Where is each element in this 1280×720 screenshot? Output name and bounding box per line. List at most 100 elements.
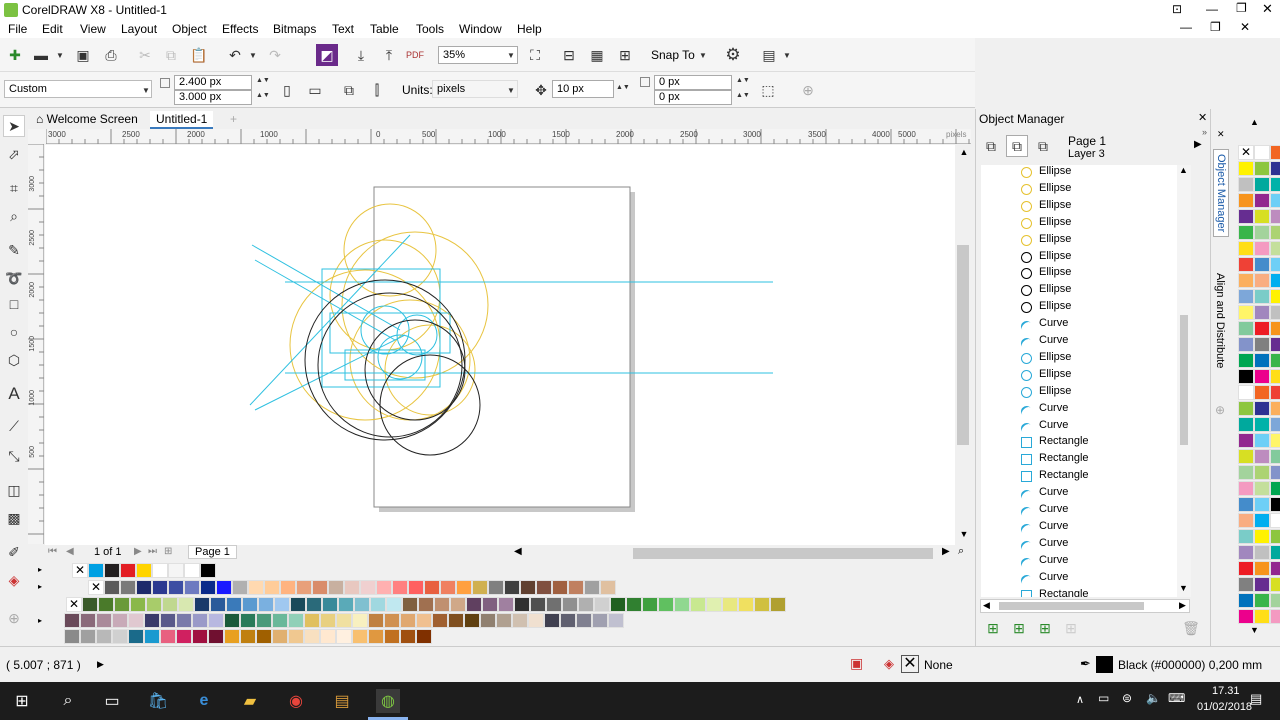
color-swatch[interactable] bbox=[1254, 353, 1270, 368]
interactive-fill-icon[interactable]: ◈ bbox=[3, 569, 25, 591]
color-swatch[interactable] bbox=[440, 580, 456, 595]
color-swatch[interactable] bbox=[1238, 289, 1254, 304]
menu-view[interactable]: View bbox=[80, 22, 106, 36]
text-tool-icon[interactable]: A bbox=[3, 383, 25, 405]
color-swatch[interactable] bbox=[224, 613, 240, 628]
last-page-icon[interactable]: ⏭ bbox=[148, 546, 157, 557]
color-swatch[interactable] bbox=[1270, 369, 1280, 384]
color-swatch[interactable] bbox=[1238, 369, 1254, 384]
tray-chevron-icon[interactable]: ∧ bbox=[1076, 693, 1084, 706]
width-spin-icon[interactable]: ▲▼ bbox=[256, 77, 270, 84]
color-swatch[interactable] bbox=[128, 629, 144, 644]
color-swatch[interactable] bbox=[528, 613, 544, 628]
color-swatch[interactable] bbox=[1270, 353, 1280, 368]
color-swatch[interactable] bbox=[424, 580, 440, 595]
color-swatch[interactable] bbox=[1254, 513, 1270, 528]
color-swatch[interactable] bbox=[472, 580, 488, 595]
windows-start-icon[interactable]: ⊞ bbox=[10, 689, 34, 713]
tab-welcome-screen[interactable]: ⌂ Welcome Screen bbox=[30, 111, 144, 129]
vertical-ruler[interactable]: 3000 2500 2000 1500 1000 500 bbox=[28, 144, 44, 544]
menu-tools[interactable]: Tools bbox=[416, 22, 444, 36]
color-swatch[interactable] bbox=[1238, 609, 1254, 624]
add-page-icon[interactable]: ⊞ bbox=[164, 546, 172, 557]
scroll-right-icon[interactable]: ▶ bbox=[942, 546, 950, 557]
color-swatch[interactable] bbox=[1254, 145, 1270, 160]
task-view-icon[interactable]: ▭ bbox=[100, 689, 124, 713]
transparency-icon[interactable]: ▩ bbox=[3, 507, 25, 529]
tab-object-manager[interactable]: Object Manager bbox=[1213, 149, 1229, 238]
color-swatch[interactable] bbox=[184, 580, 200, 595]
print-icon[interactable]: ⎙ bbox=[100, 44, 122, 66]
color-swatch[interactable] bbox=[448, 613, 464, 628]
full-screen-icon[interactable]: ⛶ bbox=[524, 44, 546, 66]
color-swatch[interactable] bbox=[242, 597, 258, 612]
ellipse-tool-icon[interactable]: ○ bbox=[3, 321, 25, 343]
color-swatch[interactable] bbox=[1270, 273, 1280, 288]
color-swatch[interactable] bbox=[120, 580, 136, 595]
color-swatch[interactable] bbox=[592, 613, 608, 628]
no-color-swatch[interactable]: ✕ bbox=[88, 580, 104, 595]
color-swatch[interactable] bbox=[584, 580, 600, 595]
color-swatch[interactable] bbox=[136, 563, 152, 578]
menu-effects[interactable]: Effects bbox=[222, 22, 258, 36]
color-swatch[interactable] bbox=[498, 597, 514, 612]
docker-minimize-icon[interactable]: ✕ bbox=[1217, 129, 1231, 139]
color-swatch[interactable] bbox=[162, 597, 178, 612]
color-swatch[interactable] bbox=[192, 629, 208, 644]
object-manager-menu-icon[interactable]: ▶ bbox=[1194, 139, 1202, 150]
clock-date[interactable]: 01/02/2018 bbox=[1197, 701, 1252, 713]
color-swatch[interactable] bbox=[64, 613, 80, 628]
page-height-field[interactable]: 3.000 px bbox=[174, 90, 252, 105]
application-launcher-icon[interactable]: ▤ bbox=[758, 44, 780, 66]
no-color-swatch[interactable]: ✕ bbox=[1238, 145, 1254, 160]
options-gear-icon[interactable]: ⚙ bbox=[722, 44, 744, 66]
color-swatch[interactable] bbox=[546, 597, 562, 612]
color-swatch[interactable] bbox=[1270, 545, 1280, 560]
units-select[interactable]: pixels bbox=[432, 80, 518, 98]
color-swatch[interactable] bbox=[146, 597, 162, 612]
new-document-icon[interactable]: ✚ bbox=[4, 44, 26, 66]
color-swatch[interactable] bbox=[1270, 289, 1280, 304]
prev-page-icon[interactable]: ◀ bbox=[66, 546, 74, 557]
color-swatch[interactable] bbox=[136, 580, 152, 595]
edge-icon[interactable]: e bbox=[192, 689, 216, 713]
publish-pdf-icon[interactable]: PDF bbox=[404, 44, 426, 66]
color-swatch[interactable] bbox=[1254, 209, 1270, 224]
color-swatch[interactable] bbox=[1254, 465, 1270, 480]
new-layer-icon[interactable]: ⊞ bbox=[982, 617, 1004, 639]
color-swatch[interactable] bbox=[130, 597, 146, 612]
zoom-dropdown-icon[interactable]: ▼ bbox=[507, 51, 515, 60]
color-swatch[interactable] bbox=[1270, 561, 1280, 576]
color-swatch[interactable] bbox=[320, 613, 336, 628]
color-swatch[interactable] bbox=[168, 563, 184, 578]
color-swatch[interactable] bbox=[1254, 289, 1270, 304]
color-swatch[interactable] bbox=[1238, 401, 1254, 416]
color-swatch[interactable] bbox=[392, 580, 408, 595]
shape-tool-icon[interactable]: ⬀ bbox=[3, 143, 25, 165]
color-swatch[interactable] bbox=[112, 613, 128, 628]
color-swatch[interactable] bbox=[1270, 241, 1280, 256]
color-swatch[interactable] bbox=[754, 597, 770, 612]
menu-text[interactable]: Text bbox=[332, 22, 354, 36]
color-swatch[interactable] bbox=[560, 613, 576, 628]
color-swatch[interactable] bbox=[578, 597, 594, 612]
color-swatch[interactable] bbox=[1238, 449, 1254, 464]
color-swatch[interactable] bbox=[384, 613, 400, 628]
object-item-ellipse[interactable]: Ellipse bbox=[1021, 216, 1071, 233]
color-swatch[interactable] bbox=[1238, 305, 1254, 320]
tab-untitled-1[interactable]: Untitled-1 bbox=[150, 111, 214, 129]
launcher-dropdown-icon[interactable]: ▼ bbox=[783, 51, 791, 60]
palette-expand-icon[interactable]: ▸ bbox=[38, 616, 42, 625]
restore-ribbon-icon[interactable]: ⊡ bbox=[1172, 2, 1182, 16]
connector-tool-icon[interactable]: ⤡ bbox=[3, 445, 25, 467]
page-1-tab[interactable]: Page 1 bbox=[188, 545, 237, 559]
color-swatch[interactable] bbox=[1238, 257, 1254, 272]
color-swatch[interactable] bbox=[432, 613, 448, 628]
color-swatch[interactable] bbox=[1270, 161, 1280, 176]
color-swatch[interactable] bbox=[1270, 609, 1280, 624]
color-swatch[interactable] bbox=[208, 613, 224, 628]
palette-expand-icon[interactable]: ▸ bbox=[38, 565, 42, 574]
color-swatch[interactable] bbox=[770, 597, 786, 612]
vertical-scroll-thumb[interactable] bbox=[957, 245, 969, 445]
freehand-tool-icon[interactable]: ✎ bbox=[3, 239, 25, 261]
